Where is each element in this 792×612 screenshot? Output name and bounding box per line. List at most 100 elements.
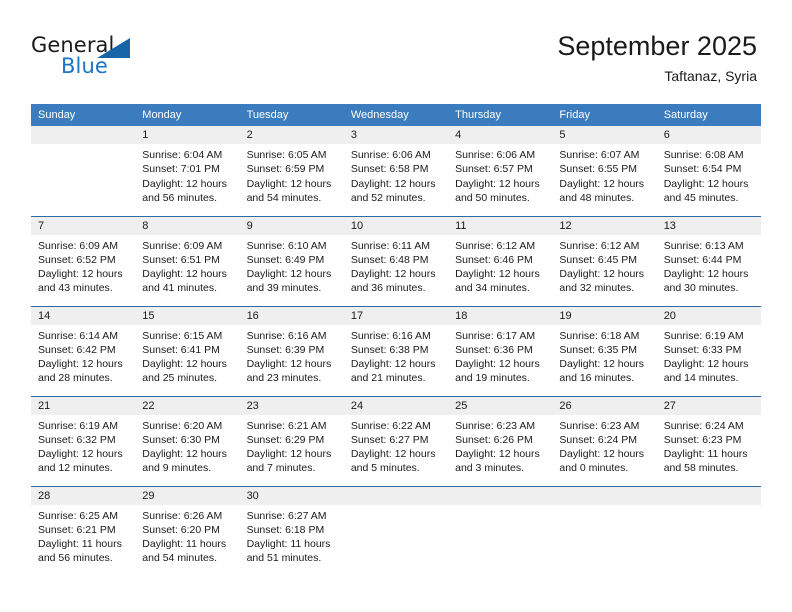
- day-number: 29: [135, 486, 240, 505]
- day-number: 12: [552, 216, 657, 235]
- calendar-day-cell[interactable]: 22 Sunrise: 6:20 AM Sunset: 6:30 PM Dayligh…: [135, 395, 240, 486]
- day-cell-inner: [343, 486, 449, 577]
- daylight-text-line1: Daylight: 12 hours: [455, 358, 540, 371]
- sunset-text: Sunset: 6:54 PM: [663, 163, 742, 176]
- calendar-page: General Blue September 2025 Taftanaz, Sy…: [0, 0, 792, 612]
- calendar-day-cell[interactable]: 21 Sunrise: 6:19 AM Sunset: 6:32 PM Dayligh…: [31, 395, 136, 486]
- daylight-text-line2: and 34 minutes.: [455, 282, 530, 295]
- calendar-week-row: 28 Sunrise: 6:25 AM Sunset: 6:21 PM Dayligh…: [31, 485, 761, 577]
- sunrise-text: Sunrise: 6:09 AM: [38, 239, 118, 252]
- calendar-day-cell[interactable]: 14 Sunrise: 6:14 AM Sunset: 6:42 PM Dayligh…: [31, 305, 136, 396]
- calendar-day-cell[interactable]: 17 Sunrise: 6:16 AM Sunset: 6:38 PM Dayligh…: [343, 305, 449, 396]
- calendar-day-cell[interactable]: 16 Sunrise: 6:16 AM Sunset: 6:39 PM Dayligh…: [239, 305, 344, 396]
- sunset-text: Sunset: 6:29 PM: [246, 433, 325, 446]
- calendar-day-cell[interactable]: 30 Sunrise: 6:27 AM Sunset: 6:18 PM Dayligh…: [239, 485, 344, 576]
- day-cell-inner: 2 Sunrise: 6:05 AM Sunset: 6:59 PM Daylight…: [239, 126, 344, 216]
- sunrise-text: Sunrise: 6:09 AM: [142, 239, 223, 252]
- daylight-text-line2: and 45 minutes.: [663, 191, 739, 204]
- sunset-text: Sunset: 6:38 PM: [350, 343, 429, 356]
- calendar-day-cell[interactable]: 26 Sunrise: 6:23 AM Sunset: 6:24 PM Dayligh…: [552, 395, 657, 486]
- calendar-empty-cell: [448, 485, 553, 576]
- calendar-day-cell[interactable]: 25 Sunrise: 6:23 AM Sunset: 6:26 PM Dayligh…: [448, 395, 553, 486]
- day-cell-inner: [31, 126, 136, 216]
- calendar-day-cell[interactable]: 4 Sunrise: 6:06 AM Sunset: 6:57 PM Daylight…: [448, 126, 553, 216]
- day-number: 8: [135, 216, 240, 235]
- sunrise-text: Sunrise: 6:08 AM: [663, 149, 744, 161]
- day-cell-details: Sunrise: 6:16 AM Sunset: 6:39 PM Daylight:…: [240, 325, 344, 386]
- weekday-header-tuesday: Tuesday: [239, 104, 344, 126]
- day-cell-inner: 20 Sunrise: 6:19 AM Sunset: 6:33 PM Dayligh…: [656, 306, 761, 396]
- calendar-day-cell[interactable]: 13 Sunrise: 6:13 AM Sunset: 6:44 PM Dayligh…: [656, 215, 761, 306]
- day-number: 26: [552, 396, 657, 415]
- sunrise-text: Sunrise: 6:04 AM: [142, 149, 223, 161]
- sunrise-text: Sunrise: 6:21 AM: [246, 419, 327, 432]
- day-number: 17: [343, 306, 449, 325]
- daylight-text-line1: Daylight: 12 hours: [38, 448, 123, 461]
- sunrise-text: Sunrise: 6:16 AM: [246, 329, 327, 342]
- sunrise-text: Sunrise: 6:17 AM: [455, 329, 536, 342]
- calendar-day-cell[interactable]: 6 Sunrise: 6:08 AM Sunset: 6:54 PM Daylight…: [656, 126, 761, 216]
- weekday-header-thursday: Thursday: [448, 104, 553, 126]
- day-number: 25: [448, 396, 553, 415]
- calendar-day-cell[interactable]: 3 Sunrise: 6:06 AM Sunset: 6:58 PM Daylight…: [343, 126, 449, 216]
- day-cell-inner: 11 Sunrise: 6:12 AM Sunset: 6:46 PM Dayligh…: [448, 216, 553, 306]
- day-cell-inner: 23 Sunrise: 6:21 AM Sunset: 6:29 PM Dayligh…: [239, 396, 344, 486]
- sunset-text: Sunset: 6:58 PM: [350, 163, 429, 176]
- daylight-text-line1: Daylight: 12 hours: [38, 358, 123, 371]
- day-number: 24: [343, 396, 449, 415]
- daylight-text-line1: Daylight: 12 hours: [350, 448, 436, 461]
- general-blue-logo[interactable]: General Blue: [31, 33, 161, 85]
- calendar-day-cell[interactable]: 24 Sunrise: 6:22 AM Sunset: 6:27 PM Dayligh…: [343, 395, 449, 486]
- calendar-day-cell[interactable]: 19 Sunrise: 6:18 AM Sunset: 6:35 PM Dayligh…: [552, 305, 657, 396]
- calendar-day-cell[interactable]: 20 Sunrise: 6:19 AM Sunset: 6:33 PM Dayligh…: [656, 305, 761, 396]
- day-cell-inner: 6 Sunrise: 6:08 AM Sunset: 6:54 PM Daylight…: [656, 126, 761, 216]
- day-cell-details: Sunrise: 6:07 AM Sunset: 6:55 PM Daylight:…: [552, 144, 656, 205]
- calendar-day-cell[interactable]: 7 Sunrise: 6:09 AM Sunset: 6:52 PM Daylight…: [31, 215, 136, 306]
- daylight-text-line2: and 23 minutes.: [246, 372, 322, 385]
- calendar-day-cell[interactable]: 10 Sunrise: 6:11 AM Sunset: 6:48 PM Dayligh…: [343, 215, 449, 306]
- daylight-text-line2: and 39 minutes.: [246, 282, 322, 295]
- daylight-text-line1: Daylight: 12 hours: [559, 448, 645, 461]
- day-cell-inner: 7 Sunrise: 6:09 AM Sunset: 6:52 PM Daylight…: [31, 216, 136, 306]
- calendar-day-cell[interactable]: 5 Sunrise: 6:07 AM Sunset: 6:55 PM Daylight…: [552, 126, 657, 216]
- sunset-text: Sunset: 6:46 PM: [455, 253, 533, 266]
- day-cell-inner: 12 Sunrise: 6:12 AM Sunset: 6:45 PM Dayligh…: [552, 216, 657, 306]
- daylight-text-line1: Daylight: 12 hours: [350, 358, 436, 371]
- day-cell-details: Sunrise: 6:10 AM Sunset: 6:49 PM Daylight:…: [240, 235, 344, 296]
- calendar-day-cell[interactable]: 9 Sunrise: 6:10 AM Sunset: 6:49 PM Daylight…: [239, 215, 344, 306]
- sunset-text: Sunset: 6:36 PM: [455, 343, 533, 356]
- daylight-text-line1: Daylight: 12 hours: [246, 358, 332, 371]
- calendar-day-cell[interactable]: 2 Sunrise: 6:05 AM Sunset: 6:59 PM Daylight…: [239, 126, 344, 216]
- daylight-text-line2: and 56 minutes.: [142, 191, 217, 204]
- calendar-body: 1 Sunrise: 6:04 AM Sunset: 7:01 PM Daylight…: [31, 126, 761, 576]
- day-cell-inner: [656, 486, 761, 577]
- day-number: 1: [135, 126, 240, 144]
- calendar-day-cell[interactable]: 29 Sunrise: 6:26 AM Sunset: 6:20 PM Dayligh…: [135, 485, 240, 576]
- calendar-day-cell[interactable]: 1 Sunrise: 6:04 AM Sunset: 7:01 PM Daylight…: [135, 126, 240, 216]
- calendar-day-cell[interactable]: 18 Sunrise: 6:17 AM Sunset: 6:36 PM Dayligh…: [448, 305, 553, 396]
- weekday-header-wednesday: Wednesday: [343, 104, 449, 126]
- sunset-text: Sunset: 6:27 PM: [350, 433, 429, 446]
- day-cell-inner: 21 Sunrise: 6:19 AM Sunset: 6:32 PM Dayligh…: [31, 396, 136, 486]
- day-number: [552, 486, 657, 505]
- calendar-day-cell[interactable]: 23 Sunrise: 6:21 AM Sunset: 6:29 PM Dayligh…: [239, 395, 344, 486]
- sunrise-text: Sunrise: 6:18 AM: [559, 329, 640, 342]
- calendar-week-row: 14 Sunrise: 6:14 AM Sunset: 6:42 PM Dayligh…: [31, 305, 761, 396]
- sunrise-text: Sunrise: 6:16 AM: [350, 329, 431, 342]
- day-cell-details: [31, 144, 135, 148]
- sunset-text: Sunset: 6:52 PM: [38, 253, 116, 266]
- page-header: General Blue September 2025 Taftanaz, Sy…: [0, 0, 792, 98]
- calendar-day-cell[interactable]: 27 Sunrise: 6:24 AM Sunset: 6:23 PM Dayligh…: [656, 395, 761, 486]
- calendar-table: Sunday Monday Tuesday Wednesday Thursday Frid…: [31, 104, 761, 576]
- day-cell-details: Sunrise: 6:13 AM Sunset: 6:44 PM Daylight:…: [657, 235, 761, 296]
- calendar-day-cell[interactable]: 11 Sunrise: 6:12 AM Sunset: 6:46 PM Dayligh…: [448, 215, 553, 306]
- calendar-day-cell[interactable]: 8 Sunrise: 6:09 AM Sunset: 6:51 PM Daylight…: [135, 215, 240, 306]
- calendar-day-cell[interactable]: 15 Sunrise: 6:15 AM Sunset: 6:41 PM Dayligh…: [135, 305, 240, 396]
- sunrise-text: Sunrise: 6:23 AM: [559, 419, 640, 432]
- calendar-day-cell[interactable]: 12 Sunrise: 6:12 AM Sunset: 6:45 PM Dayligh…: [552, 215, 657, 306]
- daylight-text-line1: Daylight: 12 hours: [142, 177, 227, 190]
- daylight-text-line2: and 54 minutes.: [246, 191, 322, 204]
- calendar-day-cell[interactable]: 28 Sunrise: 6:25 AM Sunset: 6:21 PM Dayligh…: [31, 485, 136, 576]
- weekday-header-saturday: Saturday: [656, 104, 761, 126]
- day-number: 2: [239, 126, 344, 144]
